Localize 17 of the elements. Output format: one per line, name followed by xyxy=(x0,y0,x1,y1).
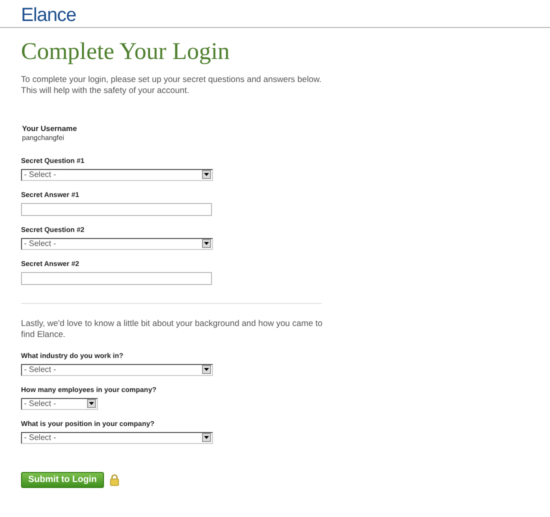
input-field[interactable] xyxy=(21,272,212,285)
select-dropdown[interactable]: - Select - xyxy=(21,238,213,250)
page-title: Complete Your Login xyxy=(21,38,231,66)
logo: Elance xyxy=(21,5,76,26)
select-dropdown[interactable]: - Select - xyxy=(21,432,213,444)
dropdown-arrow-icon xyxy=(204,368,209,372)
dropdown-arrow-icon xyxy=(204,242,209,246)
dropdown-arrow-icon xyxy=(204,173,209,176)
padlock-icon xyxy=(110,474,119,486)
select-dropdown[interactable]: - Select - xyxy=(21,168,213,181)
dropdown-arrow-icon xyxy=(89,402,94,406)
select-dropdown[interactable]: - Select - xyxy=(21,364,213,376)
intro-text: To complete your login, please set up your secret questions and answers below. This will help with the safety of your account. xyxy=(21,74,323,96)
select-dropdown[interactable]: - Select - xyxy=(21,398,98,410)
dropdown-arrow-icon xyxy=(204,436,209,440)
background-intro-text: Lastly, we'd love to know a little bit about your background and how you came to find Elance. xyxy=(21,318,324,340)
input-field[interactable] xyxy=(21,202,212,216)
